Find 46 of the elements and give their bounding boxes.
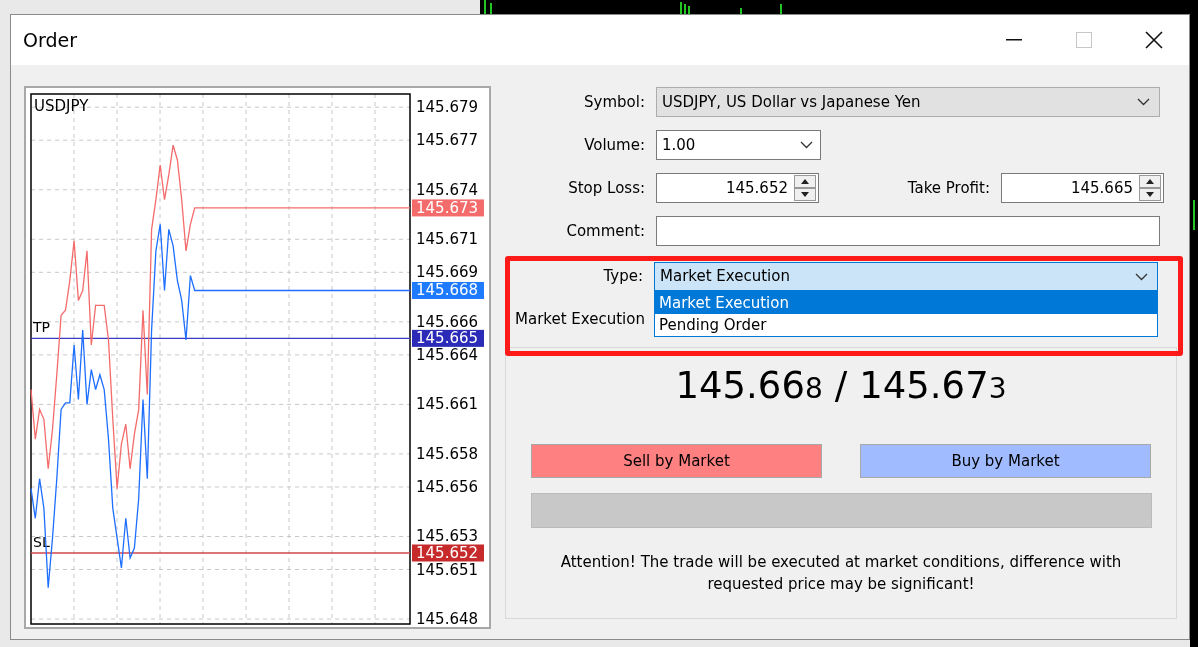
- window-title: Order: [23, 27, 77, 53]
- close-icon: [1145, 31, 1163, 49]
- field-label: Symbol:: [583, 91, 645, 113]
- axis-tick-label: 145.658: [416, 444, 479, 463]
- field-label: Type:: [602, 266, 643, 288]
- price-quote: 145.668 / 145.673: [675, 363, 1007, 409]
- number-spinbox[interactable]: 145.652: [656, 173, 819, 203]
- caret-icon: [1135, 272, 1148, 281]
- price-tag: 145.673: [412, 198, 484, 217]
- attention-notice: Attention! The trade will be executed at market conditions, difference with requested price may be significant!: [559, 552, 1123, 595]
- sell-button[interactable]: Sell by Market: [531, 444, 822, 478]
- spin-arrows-icon[interactable]: [1139, 175, 1161, 201]
- axis-tick-label: 145.661: [416, 395, 479, 414]
- field-label: Volume:: [583, 134, 645, 156]
- dropdown-option[interactable]: Market Execution: [655, 292, 1157, 314]
- comment-field[interactable]: [656, 216, 1160, 246]
- volume-combobox[interactable]: 1.00: [656, 130, 821, 160]
- buy-button[interactable]: Buy by Market: [860, 444, 1151, 478]
- axis-tick-label: 145.656: [416, 477, 479, 496]
- axis-tick-label: 145.666: [416, 312, 479, 331]
- axis-tick-label: 145.679: [416, 98, 479, 117]
- caret-icon: [800, 141, 813, 149]
- axis-tick-label: 145.671: [416, 230, 479, 249]
- axis-tick-label: 145.651: [416, 560, 479, 579]
- symbol-dropdown[interactable]: USDJPY, US Dollar vs Japanese Yen: [656, 87, 1160, 117]
- price-tag: 145.668: [412, 281, 484, 300]
- minimize-icon: [1006, 39, 1022, 41]
- maximize-icon: [1076, 32, 1092, 48]
- number-spinbox[interactable]: 145.665: [1001, 173, 1164, 203]
- field-label: Comment:: [565, 220, 645, 242]
- field-label: Stop Loss:: [567, 177, 645, 199]
- chart-title: USDJPY: [34, 97, 89, 115]
- caret-icon: [1137, 98, 1150, 106]
- section-label: Market Execution: [515, 309, 645, 330]
- spin-arrows-icon[interactable]: [794, 175, 816, 201]
- axis-tick-label: 145.677: [416, 131, 479, 150]
- axis-tick-label: 145.648: [416, 610, 479, 627]
- field-label: Take Profit:: [906, 177, 990, 199]
- price-tag: 145.665: [412, 329, 484, 348]
- axis-tick-label: 145.664: [416, 345, 479, 364]
- axis-tick-label: 145.669: [416, 263, 479, 282]
- axis-tick-label: 145.674: [416, 180, 479, 199]
- level-label: TP: [33, 319, 50, 336]
- price-tag: 145.652: [412, 544, 484, 562]
- type-dropdown[interactable]: Market Execution: [654, 262, 1158, 291]
- axis-tick-label: 145.653: [416, 527, 479, 546]
